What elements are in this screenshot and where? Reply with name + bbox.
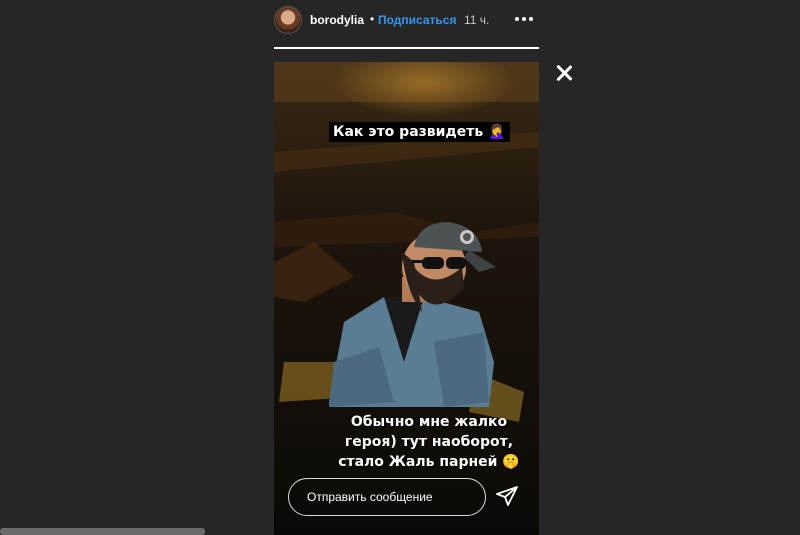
paper-plane-icon[interactable] [495, 484, 519, 508]
caption-line: стало Жаль парней 🤫 [338, 454, 520, 470]
avatar[interactable] [274, 6, 302, 34]
caption-line: Обычно мне жалко [350, 414, 508, 430]
close-icon[interactable] [553, 62, 575, 84]
username[interactable]: borodylia [310, 13, 364, 27]
story-media[interactable]: Как это развидеть 🤦‍♀️ Обычно мне жалко … [274, 62, 539, 535]
story-caption-bottom: Обычно мне жалко героя) тут наоборот, ст… [329, 412, 529, 472]
post-time: 11 ч. [464, 13, 490, 27]
story-caption-top: Как это развидеть 🤦‍♀️ [329, 122, 510, 142]
message-input[interactable]: Отправить сообщение [288, 478, 486, 516]
story-header: borodylia • Подписаться 11 ч. [274, 4, 539, 36]
story-progress-fill [274, 47, 539, 49]
story-progress-bar [274, 47, 539, 49]
more-horizontal-icon[interactable] [512, 7, 536, 31]
separator-dot: • [370, 12, 375, 26]
caption-line: героя) тут наоборот, [344, 434, 514, 450]
horizontal-scrollbar[interactable] [0, 528, 205, 535]
follow-button[interactable]: Подписаться [378, 13, 456, 27]
